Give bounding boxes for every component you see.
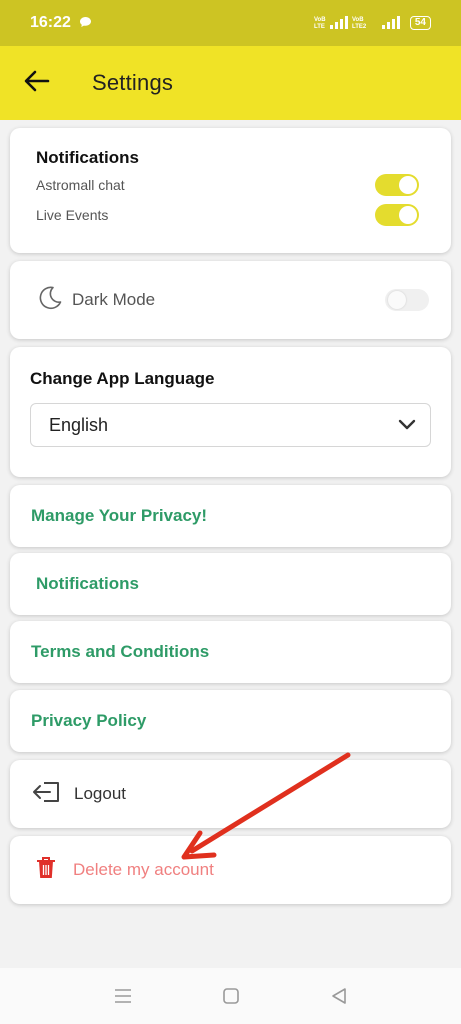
- page-title: Settings: [92, 70, 174, 95]
- status-icons: VoB LTE VoB LTE2 54: [314, 15, 431, 32]
- notification-row-astromall: Astromall chat: [36, 168, 451, 202]
- privacy-policy-link[interactable]: Privacy Policy: [10, 690, 451, 752]
- dark-mode-label: Dark Mode: [72, 290, 156, 309]
- manage-privacy-link[interactable]: Manage Your Privacy!: [10, 485, 451, 547]
- dark-mode-toggle[interactable]: [385, 289, 429, 311]
- link-label: Manage Your Privacy!: [31, 506, 208, 525]
- astromall-chat-toggle[interactable]: [375, 174, 419, 196]
- terms-link[interactable]: Terms and Conditions: [10, 621, 451, 683]
- dark-mode-card: Dark Mode: [10, 261, 451, 339]
- notifications-link[interactable]: Notifications: [10, 553, 451, 615]
- svg-text:LTE2: LTE2: [352, 24, 367, 29]
- notification-label: Live Events: [36, 207, 109, 223]
- live-events-toggle[interactable]: [375, 204, 419, 226]
- notifications-card: Notifications Astromall chat Live Events: [10, 128, 451, 253]
- link-label: Notifications: [36, 574, 139, 593]
- chevron-down-icon: [398, 419, 416, 431]
- signal-icon: VoB LTE VoB LTE2: [314, 15, 374, 32]
- notification-row-live-events: Live Events: [36, 198, 451, 232]
- notification-label: Astromall chat: [36, 177, 125, 193]
- app-bar: Settings: [0, 46, 461, 120]
- back-button[interactable]: [0, 46, 70, 120]
- annotation-arrow-icon: [181, 752, 351, 860]
- chat-bubble-icon: [79, 16, 92, 31]
- arrow-left-icon: [24, 70, 50, 97]
- moon-icon: [36, 284, 64, 317]
- signal-bars-icon: [381, 15, 402, 32]
- link-label: Privacy Policy: [31, 711, 147, 730]
- language-select-value: English: [49, 414, 109, 435]
- trash-icon: [35, 856, 57, 885]
- svg-text:VoB: VoB: [314, 17, 326, 23]
- link-label: Terms and Conditions: [31, 642, 210, 661]
- language-card: Change App Language English: [10, 347, 451, 477]
- svg-text:VoB: VoB: [352, 17, 364, 23]
- status-bar: 16:22 VoB LTE VoB LTE2 54: [0, 0, 461, 46]
- logout-label: Logout: [74, 784, 126, 803]
- language-select[interactable]: English: [30, 403, 431, 447]
- battery-indicator: 54: [409, 16, 431, 30]
- logout-icon: [32, 779, 62, 810]
- status-time: 16:22: [30, 14, 71, 31]
- back-nav-icon[interactable]: [330, 987, 348, 1005]
- svg-text:LTE: LTE: [314, 24, 325, 29]
- menu-icon[interactable]: [114, 988, 132, 1004]
- home-icon[interactable]: [222, 987, 240, 1005]
- language-title: Change App Language: [30, 369, 215, 388]
- system-nav-bar: [0, 968, 461, 1024]
- notifications-title: Notifications: [36, 148, 139, 167]
